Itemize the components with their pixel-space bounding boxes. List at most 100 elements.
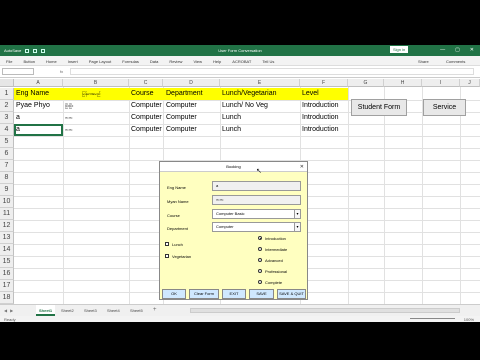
cell-c2[interactable]: Computer xyxy=(131,100,162,112)
level-radio-advanced[interactable] xyxy=(258,258,262,262)
tab-view[interactable]: View xyxy=(193,59,202,64)
course-dropdown[interactable]: Computer Basic ▾ xyxy=(212,209,301,219)
chevron-down-icon[interactable]: ▾ xyxy=(294,210,300,218)
tab-review[interactable]: Review xyxy=(169,59,182,64)
eng-name-field[interactable]: a xyxy=(212,181,301,191)
department-dropdown[interactable]: Computer ▾ xyxy=(212,222,301,232)
row-header-13[interactable]: 13 xyxy=(0,232,14,244)
student-form-button[interactable]: Student Form xyxy=(351,99,407,116)
zoom-slider[interactable] xyxy=(410,318,455,319)
dialog-close-icon[interactable]: ✕ xyxy=(300,162,304,172)
sheet-tab-sheet4[interactable]: Sheet4 xyxy=(104,305,123,316)
sheet-tab-sheet5[interactable]: Sheet5 xyxy=(127,305,146,316)
tab-home[interactable]: Home xyxy=(46,59,57,64)
tab-file[interactable]: File xyxy=(6,59,12,64)
cell-c4[interactable]: Computer xyxy=(131,124,162,136)
zoom-level[interactable]: 100% xyxy=(464,317,474,322)
level-radio-complete[interactable] xyxy=(258,280,262,284)
sheet-tab-sheet2[interactable]: Sheet2 xyxy=(58,305,77,316)
cell-b3[interactable]: ကက xyxy=(65,112,73,124)
vegetarian-checkbox[interactable] xyxy=(165,254,169,258)
sheet-nav-arrows-icon[interactable]: ◀▶ xyxy=(4,308,16,313)
cell-a2[interactable]: Pyae Phyo xyxy=(16,100,50,112)
row-header-7[interactable]: 7 xyxy=(0,160,14,172)
cell-e2[interactable]: Lunch/ No Veg xyxy=(222,100,268,112)
column-header-j[interactable]: J xyxy=(460,79,480,87)
cell-c1[interactable]: Course xyxy=(131,88,154,100)
column-header-i[interactable]: I xyxy=(422,79,460,87)
sign-in-button[interactable]: Sign in xyxy=(390,46,409,53)
tab-page-layout[interactable]: Page Layout xyxy=(89,59,111,64)
row-header-18[interactable]: 18 xyxy=(0,292,14,304)
fx-icon[interactable]: fx xyxy=(60,69,63,74)
row-header-1[interactable]: 1 xyxy=(0,88,14,100)
column-header-a[interactable]: A xyxy=(14,79,63,87)
cell-b2[interactable]: ဖြိုးဖြိုး xyxy=(65,100,73,112)
service-button[interactable]: Service xyxy=(423,99,466,116)
chevron-down-icon[interactable]: ▾ xyxy=(294,223,300,231)
row-header-15[interactable]: 15 xyxy=(0,256,14,268)
clear-form-button[interactable]: Clear Form xyxy=(189,289,219,299)
myan-name-field[interactable]: ကက xyxy=(212,195,301,205)
cell-b4[interactable]: ကက xyxy=(65,124,73,136)
level-radio-intermediate[interactable] xyxy=(258,247,262,251)
tab-help[interactable]: Help xyxy=(213,59,221,64)
ok-button[interactable]: OK xyxy=(162,289,186,299)
column-header-e[interactable]: E xyxy=(220,79,300,87)
column-header-c[interactable]: C xyxy=(129,79,163,87)
cell-a1[interactable]: Eng Name xyxy=(16,88,49,100)
share-button[interactable]: Share xyxy=(418,59,429,64)
sheet-tab-sheet1[interactable]: Sheet1 xyxy=(36,305,56,316)
cell-e1[interactable]: Lunch/Vegetarian xyxy=(222,88,277,100)
save-button[interactable]: SAVE xyxy=(249,289,274,299)
cell-a3[interactable]: a xyxy=(16,112,20,124)
cell-f1[interactable]: Level xyxy=(302,88,319,100)
column-header-g[interactable]: G xyxy=(348,79,384,87)
cell-b1[interactable]: မြန်မာအမည် xyxy=(82,88,101,100)
comments-button[interactable]: Comments xyxy=(446,59,465,64)
row-header-6[interactable]: 6 xyxy=(0,148,14,160)
column-header-d[interactable]: D xyxy=(163,79,220,87)
maximize-icon[interactable]: ▢ xyxy=(455,47,460,53)
minimize-icon[interactable]: — xyxy=(440,47,445,53)
tab-insert[interactable]: Insert xyxy=(68,59,78,64)
level-radio-introduction[interactable] xyxy=(258,236,262,240)
cell-d1[interactable]: Department xyxy=(166,88,203,100)
close-icon[interactable]: ✕ xyxy=(470,47,474,53)
row-header-14[interactable]: 14 xyxy=(0,244,14,256)
cell-d4[interactable]: Computer xyxy=(166,124,197,136)
formula-input[interactable] xyxy=(70,68,474,75)
row-header-3[interactable]: 3 xyxy=(0,112,14,124)
select-all-corner[interactable] xyxy=(0,79,14,87)
lunch-checkbox[interactable] xyxy=(165,242,169,246)
cell-f4[interactable]: Introduction xyxy=(302,124,339,136)
cell-e3[interactable]: Lunch xyxy=(222,112,241,124)
row-header-5[interactable]: 5 xyxy=(0,136,14,148)
tab-data[interactable]: Data xyxy=(150,59,158,64)
tab-acrobat[interactable]: ACROBAT xyxy=(232,59,251,64)
horizontal-scrollbar[interactable] xyxy=(190,308,460,313)
tab-formulas[interactable]: Formulas xyxy=(122,59,139,64)
row-header-11[interactable]: 11 xyxy=(0,208,14,220)
save-and-quit-button[interactable]: SAVE & QUIT xyxy=(277,289,306,299)
cell-d2[interactable]: Computer xyxy=(166,100,197,112)
row-header-17[interactable]: 17 xyxy=(0,280,14,292)
row-header-2[interactable]: 2 xyxy=(0,100,14,112)
row-header-4[interactable]: 4 xyxy=(0,124,14,136)
column-header-h[interactable]: H xyxy=(384,79,422,87)
active-cell-selection[interactable] xyxy=(14,124,63,136)
cell-e4[interactable]: Lunch xyxy=(222,124,241,136)
level-radio-professional[interactable] xyxy=(258,269,262,273)
column-header-b[interactable]: B xyxy=(63,79,129,87)
name-box[interactable] xyxy=(2,68,34,75)
row-header-10[interactable]: 10 xyxy=(0,196,14,208)
cell-f2[interactable]: Introduction xyxy=(302,100,339,112)
sheet-tab-sheet3[interactable]: Sheet3 xyxy=(81,305,100,316)
cell-c3[interactable]: Computer xyxy=(131,112,162,124)
tab-tell-us[interactable]: Tell Us xyxy=(262,59,274,64)
exit-button[interactable]: EXIT xyxy=(222,289,246,299)
add-sheet-icon[interactable]: + xyxy=(150,305,160,316)
row-header-9[interactable]: 9 xyxy=(0,184,14,196)
tab-button[interactable]: Button xyxy=(23,59,35,64)
column-header-f[interactable]: F xyxy=(300,79,348,87)
